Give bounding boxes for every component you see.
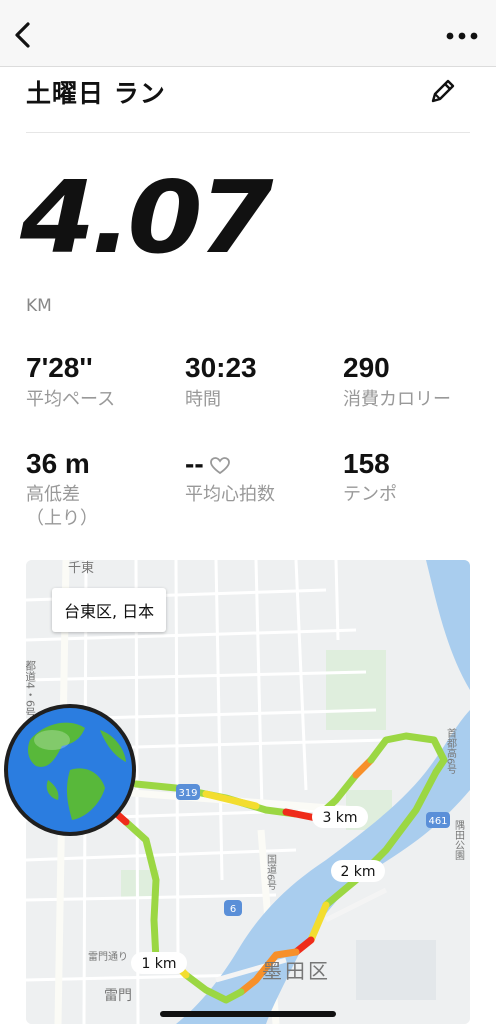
duration-value: 30:23 xyxy=(185,352,257,383)
elevation-value: 36 m xyxy=(26,448,90,479)
area-label-top: 千東 xyxy=(68,560,94,576)
heart-icon xyxy=(209,450,230,482)
km-marker-3: 3 km xyxy=(322,810,357,826)
heart-rate-value: -- xyxy=(185,448,204,479)
globe-icon xyxy=(0,700,140,840)
route-shield-319: 319 xyxy=(178,788,197,799)
chevron-left-icon xyxy=(15,22,30,48)
elevation-sublabel: （上り） xyxy=(26,508,98,529)
divider xyxy=(26,132,470,133)
top-navigation-bar xyxy=(0,0,496,67)
elevation-label: 高低差 xyxy=(26,484,80,505)
route-shield-6: 6 xyxy=(230,904,236,915)
river-road-label: 首都高6号 xyxy=(445,727,457,775)
distance-value: 4.07 xyxy=(20,159,274,276)
ward-label: 墨田区 xyxy=(262,959,331,983)
location-label[interactable]: 台東区, 日本 xyxy=(52,588,167,632)
more-options-button[interactable] xyxy=(442,22,482,50)
activity-title: 土曜日 ラン xyxy=(26,79,166,108)
calories-label: 消費カロリー xyxy=(343,389,451,410)
ellipsis-icon xyxy=(446,32,478,40)
route-shield-461: 461 xyxy=(428,816,447,827)
vertical-mid-label: 国道6号 xyxy=(265,854,277,891)
home-indicator[interactable] xyxy=(160,1011,336,1017)
avg-pace-label: 平均ペース xyxy=(26,389,116,410)
km-marker-1: 1 km xyxy=(141,956,176,972)
street-label-bottom: 雷門通り xyxy=(88,951,128,963)
pencil-icon xyxy=(431,79,455,103)
area-label-bottom: 雷門 xyxy=(104,988,132,1004)
duration-label: 時間 xyxy=(185,389,221,410)
cadence-value: 158 xyxy=(343,448,390,479)
km-marker-2: 2 km xyxy=(340,864,375,880)
back-button[interactable] xyxy=(8,16,42,54)
heart-rate-label: 平均心拍数 xyxy=(185,484,275,505)
avg-pace-value: 7'28'' xyxy=(26,352,93,383)
heart-rate-value-row: -- xyxy=(185,448,230,482)
calories-value: 290 xyxy=(343,352,390,383)
cadence-label: テンポ xyxy=(343,484,397,505)
edit-title-button[interactable] xyxy=(428,76,458,106)
distance-unit: KM xyxy=(26,296,52,316)
vertical-right-label: 隅田公園 xyxy=(453,820,465,861)
